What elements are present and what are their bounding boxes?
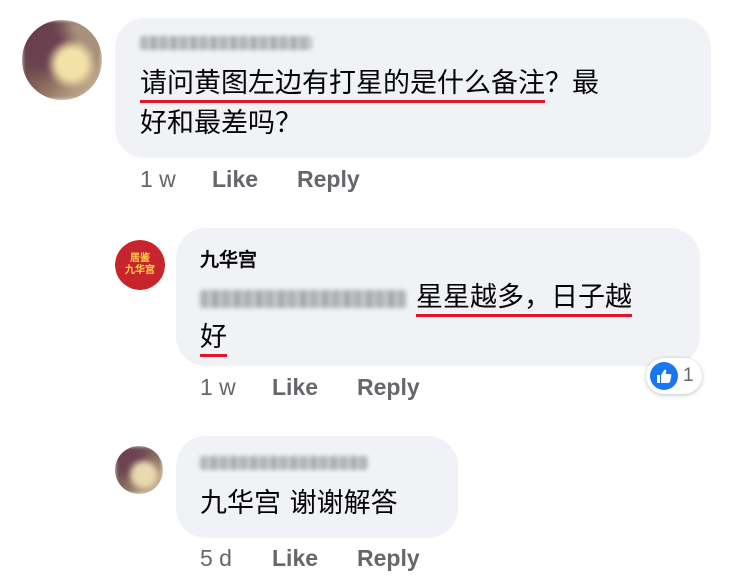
comment-author-name-blurred[interactable] (140, 36, 312, 50)
page-avatar-seal[interactable]: 居鉴 九华宫 (115, 240, 165, 290)
comment-text-rest: ？最 (545, 68, 599, 99)
comment-text-underlined: 请问黄图左边有打星的是什么备注 (140, 68, 545, 103)
commenter-avatar[interactable] (115, 446, 163, 494)
reply-author-name[interactable]: 九华宫 (200, 245, 257, 272)
reply-button[interactable]: Reply (357, 374, 420, 401)
comment-timestamp[interactable]: 1 w (140, 166, 176, 193)
reaction-summary[interactable]: 1 (646, 358, 702, 394)
reply-author-name-blurred[interactable] (200, 456, 368, 470)
reply-text-underlined: 星星越多，日子越 (416, 282, 632, 317)
like-button[interactable]: Like (212, 166, 258, 193)
commenter-avatar[interactable] (22, 20, 102, 100)
comment-text: 请问黄图左边有打星的是什么备注？最 (140, 64, 700, 104)
reply-timestamp[interactable]: 1 w (200, 374, 236, 401)
reply-text: 九华宫 谢谢解答 (200, 488, 398, 519)
seal-text-top: 居鉴 (130, 253, 150, 264)
seal-logo: 居鉴 九华宫 (115, 240, 165, 290)
mention-tag-blurred[interactable] (200, 289, 406, 308)
reply-button[interactable]: Reply (357, 545, 420, 572)
reply-text-line2: 好 (200, 318, 227, 358)
comment-text-line2: 好和最差吗？ (140, 108, 302, 139)
reply-text: 星星越多，日子越 (200, 278, 690, 318)
reply-button[interactable]: Reply (297, 166, 360, 193)
seal-text-bottom: 九华宫 (125, 265, 155, 276)
thumbs-up-icon (650, 362, 678, 390)
like-button[interactable]: Like (272, 374, 318, 401)
reply-text-line2-underlined: 好 (200, 322, 227, 357)
like-button[interactable]: Like (272, 545, 318, 572)
reply-timestamp[interactable]: 5 d (200, 545, 232, 572)
reaction-count: 1 (683, 365, 694, 386)
